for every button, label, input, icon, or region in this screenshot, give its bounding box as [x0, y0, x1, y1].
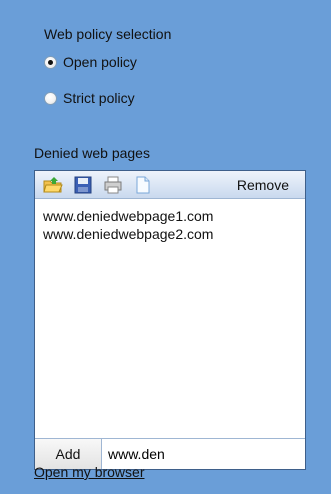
toolbar: Remove [35, 171, 305, 199]
radio-indicator [44, 91, 57, 105]
open-browser-link[interactable]: Open my browser [34, 464, 144, 480]
list-item[interactable]: www.deniedwebpage2.com [43, 225, 301, 243]
open-policy-radio[interactable]: Open policy [44, 54, 137, 70]
new-document-icon[interactable] [131, 174, 155, 196]
denied-pages-title: Denied web pages [34, 145, 150, 161]
strict-policy-radio[interactable]: Strict policy [44, 90, 135, 106]
strict-policy-label: Strict policy [63, 90, 135, 106]
open-folder-icon[interactable] [41, 174, 65, 196]
save-icon[interactable] [71, 174, 95, 196]
denied-pages-box: Remove www.deniedwebpage1.com www.denied… [34, 170, 306, 470]
radio-indicator [44, 55, 57, 69]
list-item[interactable]: www.deniedwebpage1.com [43, 207, 301, 225]
print-icon[interactable] [101, 174, 125, 196]
policy-heading: Web policy selection [44, 26, 172, 42]
denied-pages-list: www.deniedwebpage1.com www.deniedwebpage… [43, 207, 301, 243]
remove-button[interactable]: Remove [231, 175, 295, 195]
open-policy-label: Open policy [63, 54, 137, 70]
web-policy-panel: Web policy selection Open policy Strict … [0, 0, 331, 494]
